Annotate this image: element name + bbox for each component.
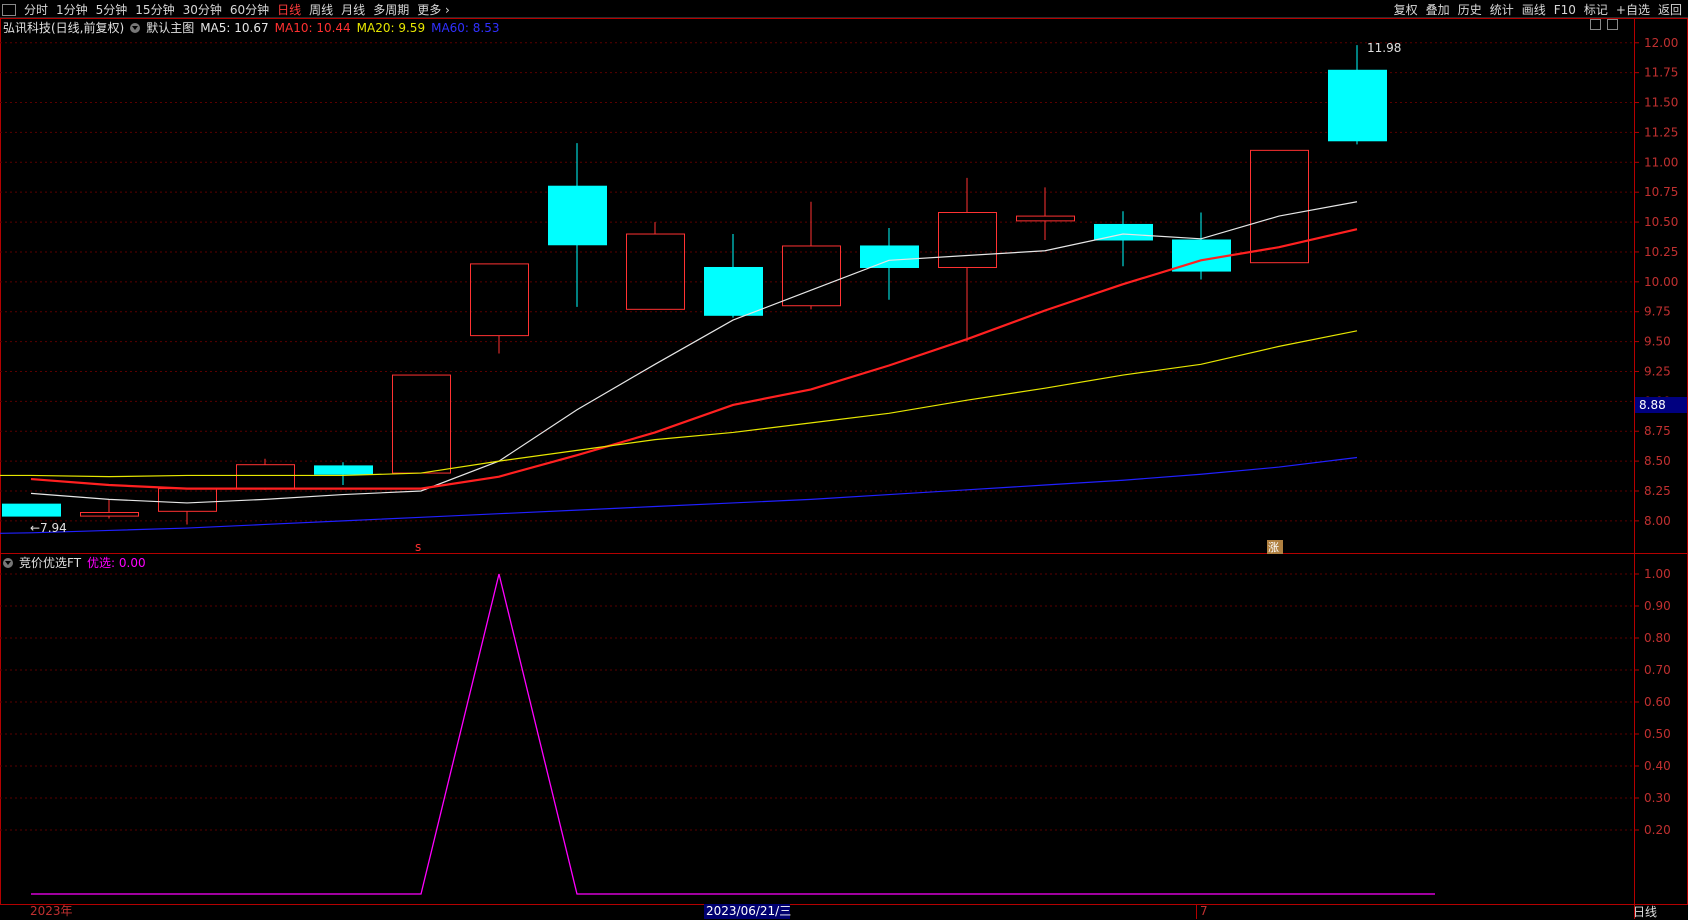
main-tick-label-16: 12.00	[1644, 36, 1678, 50]
candle-body-16	[1250, 149, 1309, 264]
main-tick-label-3: 8.75	[1644, 424, 1671, 438]
main-tick-label-14: 11.50	[1644, 96, 1678, 110]
candle-body-17	[1328, 69, 1387, 142]
sub-tick-label-6: 0.40	[1644, 759, 1671, 773]
main-legend: 弘讯科技(日线,前复权) 默认主图 MA5: 10.67 MA10: 10.44…	[3, 19, 506, 36]
ma60-label: MA60: 8.53	[431, 20, 500, 35]
ma10-label: MA10: 10.44	[274, 20, 351, 35]
candle-body-0	[2, 503, 61, 517]
main-tick-label-1: 8.25	[1644, 484, 1671, 498]
close-icon[interactable]	[1607, 19, 1618, 30]
main-tick-label-5: 9.25	[1644, 364, 1671, 378]
main-tick-label-12: 11.00	[1644, 155, 1678, 169]
main-tick-label-8: 10.00	[1644, 275, 1678, 289]
period-tag[interactable]: 日线	[1633, 903, 1657, 920]
candlestick-chart[interactable]: 8.008.258.508.759.009.259.509.7510.0010.…	[0, 0, 1688, 919]
ma-line-ma20	[0, 330, 1358, 478]
main-tick-label-6: 9.50	[1644, 335, 1671, 349]
ma-line-ma5	[30, 201, 1358, 504]
main-panel-frame	[0, 18, 1688, 554]
candle-body-2	[158, 488, 217, 512]
candle-body-10	[782, 245, 841, 307]
candle-body-1	[80, 512, 139, 517]
settings-icon[interactable]	[1590, 19, 1601, 30]
sub-tick-label-1: 0.90	[1644, 599, 1671, 613]
marker-2: 涨	[1268, 541, 1279, 554]
sub-tick-label-4: 0.60	[1644, 695, 1671, 709]
candle-body-4	[314, 465, 373, 475]
main-tick-label-9: 10.25	[1644, 245, 1678, 259]
candle-body-8	[626, 233, 685, 310]
candle-body-7	[548, 185, 607, 246]
main-tick-label-11: 10.75	[1644, 185, 1678, 199]
sub-tick-label-7: 0.30	[1644, 791, 1671, 805]
indicator-dropdown-icon[interactable]	[3, 557, 13, 568]
marker-s: s	[415, 540, 421, 554]
main-tick-label-7: 9.75	[1644, 305, 1671, 319]
candle-body-5	[392, 374, 451, 474]
stock-title: 弘讯科技(日线,前复权)	[3, 21, 125, 35]
sub-tick-label-2: 0.80	[1644, 631, 1671, 645]
sub-panel-frame	[0, 553, 1688, 905]
main-tick-label-2: 8.50	[1644, 454, 1671, 468]
sub-tick-label-3: 0.70	[1644, 663, 1671, 677]
x-label-right: 7	[1200, 904, 1208, 918]
main-tick-label-13: 11.25	[1644, 125, 1678, 139]
ma-line-ma10	[30, 228, 1358, 490]
sub-tick-label-5: 0.50	[1644, 727, 1671, 741]
candle-body-11	[860, 245, 919, 268]
panel-controls	[1590, 19, 1618, 30]
high-price-label: 11.98	[1367, 41, 1401, 55]
main-tick-label-15: 11.75	[1644, 66, 1678, 80]
ma20-label: MA20: 9.59	[356, 20, 426, 35]
candle-body-3	[236, 464, 295, 490]
candle-body-13	[1016, 215, 1075, 222]
x-label-left: 2023年	[30, 904, 73, 918]
candle-body-12	[938, 212, 997, 268]
indicator-value: 优选: 0.00	[87, 556, 146, 570]
template-dropdown-icon[interactable]	[130, 22, 141, 33]
indicator-name[interactable]: 竞价优选FT	[19, 554, 81, 571]
candle-body-9	[704, 266, 763, 316]
ma-line-ma60	[0, 456, 1358, 534]
main-tick-label-10: 10.50	[1644, 215, 1678, 229]
current-price-label: 8.88	[1639, 398, 1666, 412]
sub-tick-label-0: 1.00	[1644, 567, 1671, 581]
candle-body-6	[470, 263, 529, 337]
ma5-label: MA5: 10.67	[200, 20, 269, 35]
low-price-label: ←7.94	[30, 521, 67, 535]
sub-tick-label-8: 0.20	[1644, 823, 1671, 837]
x-label-mid: 2023/06/21/三	[706, 904, 791, 918]
main-tick-label-0: 8.00	[1644, 514, 1671, 528]
sub-legend: 竞价优选FT 优选: 0.00	[3, 554, 152, 571]
template-name[interactable]: 默认主图	[146, 19, 194, 36]
